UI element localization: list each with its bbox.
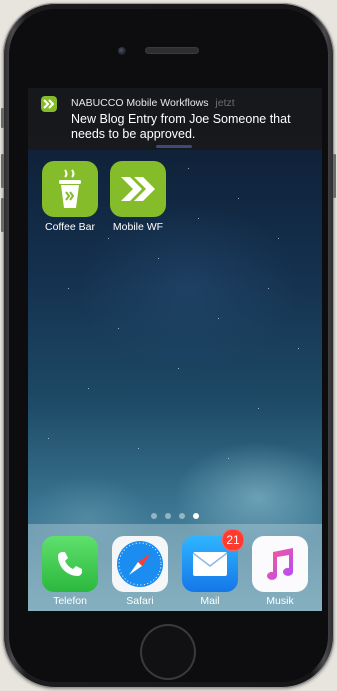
app-coffee-bar[interactable]: Coffee Bar <box>40 161 100 233</box>
dock-app-safari[interactable]: Safari <box>112 536 168 607</box>
page-dot-active <box>193 513 199 519</box>
page-dot <box>151 513 157 519</box>
mail-app-icon: 21 <box>182 529 244 592</box>
mute-switch[interactable] <box>1 108 4 128</box>
coffee-cup-icon <box>59 169 81 208</box>
dock-label: Mail <box>200 595 220 607</box>
dock-label: Telefon <box>53 595 87 607</box>
chevron-forward-icon <box>43 99 55 109</box>
dock-app-musik[interactable]: Musik <box>252 536 308 607</box>
volume-up-button[interactable] <box>1 154 4 188</box>
dock-label: Musik <box>266 595 294 607</box>
page-dot <box>179 513 185 519</box>
page-indicator[interactable] <box>28 513 322 519</box>
earpiece-speaker <box>146 48 198 53</box>
notification-banner[interactable]: NABUCCO Mobile Workflows jetzt New Blog … <box>28 88 322 150</box>
dock-app-mail[interactable]: 21 Mail <box>182 529 244 607</box>
notification-header: NABUCCO Mobile Workflows jetzt <box>71 97 235 109</box>
dock-label: Safari <box>126 595 154 607</box>
notification-message: New Blog Entry from Joe Someone that nee… <box>71 112 291 141</box>
page-dot <box>165 513 171 519</box>
musik-app-icon <box>252 536 308 592</box>
notification-grabber[interactable] <box>156 145 192 148</box>
dock: Telefon Safari 21 Mail Musik <box>28 524 322 611</box>
app-label: Coffee Bar <box>44 221 95 233</box>
telefon-app-icon <box>42 536 98 592</box>
home-button[interactable] <box>142 626 194 678</box>
phone-icon <box>58 552 82 576</box>
chevron-forward-icon <box>121 177 155 201</box>
compass-icon <box>117 541 163 587</box>
home-screen: NABUCCO Mobile Workflows jetzt New Blog … <box>28 88 322 611</box>
music-note-icon <box>267 548 293 580</box>
notification-app-name: NABUCCO Mobile Workflows <box>71 97 209 109</box>
mobile-wf-app-icon <box>110 161 166 217</box>
safari-app-icon <box>112 536 168 592</box>
front-camera <box>118 47 126 55</box>
envelope-icon <box>192 552 228 576</box>
power-button[interactable] <box>333 154 336 198</box>
coffee-bar-app-icon <box>42 161 98 217</box>
dock-app-telefon[interactable]: Telefon <box>42 536 98 607</box>
volume-down-button[interactable] <box>1 198 4 232</box>
notification-time: jetzt <box>215 97 235 109</box>
app-mobile-wf[interactable]: Mobile WF <box>108 161 168 233</box>
mobile-wf-app-icon <box>41 96 57 112</box>
app-label: Mobile WF <box>112 221 164 233</box>
mail-badge: 21 <box>222 529 244 551</box>
